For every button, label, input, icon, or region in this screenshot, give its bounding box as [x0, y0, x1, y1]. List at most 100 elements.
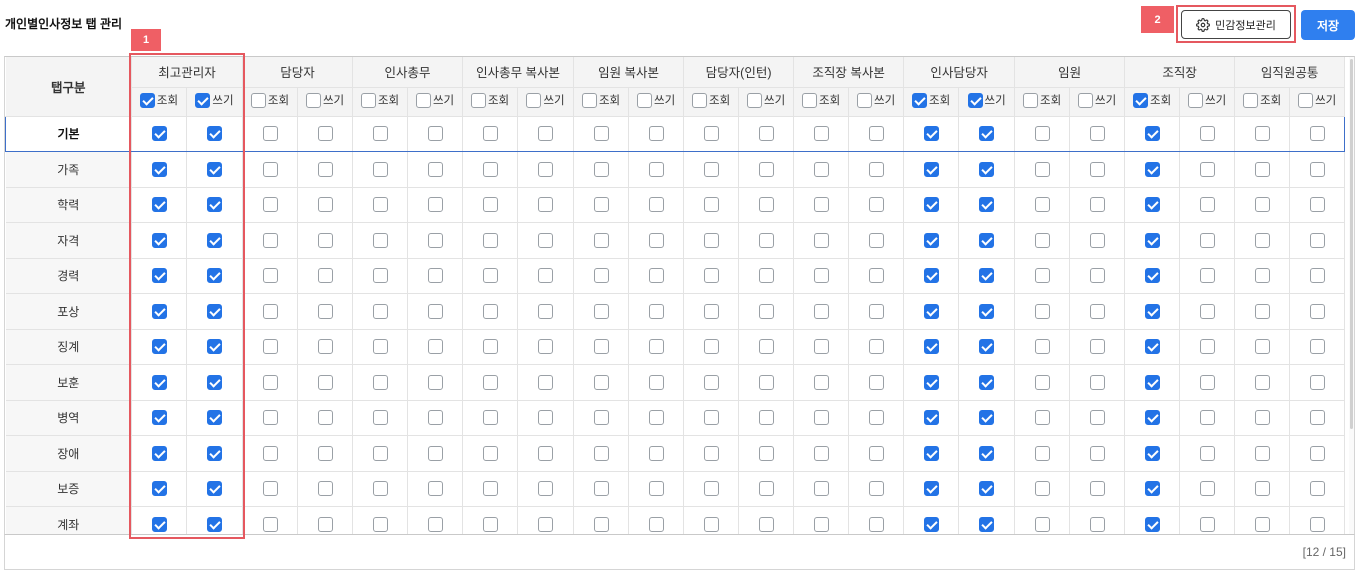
write-permission-checkbox[interactable] [1089, 232, 1105, 248]
write-permission-checkbox[interactable] [207, 303, 222, 319]
read-permission-checkbox[interactable] [593, 197, 609, 213]
write-permission-checkbox[interactable] [758, 268, 774, 284]
read-permission-checkbox[interactable] [1254, 481, 1270, 497]
read-permission-checkbox[interactable] [372, 268, 388, 284]
write-permission-checkbox[interactable] [758, 161, 774, 177]
read-permission-checkbox[interactable] [703, 197, 719, 213]
read-permission-checkbox[interactable] [482, 126, 498, 142]
write-permission-checkbox[interactable] [1199, 374, 1215, 390]
write-permission-checkbox[interactable] [1309, 481, 1325, 497]
write-permission-checkbox[interactable] [979, 126, 995, 142]
read-permission-checkbox[interactable] [923, 481, 939, 497]
read-permission-checkbox[interactable] [813, 232, 829, 248]
select-all-read-checkbox[interactable] [139, 92, 155, 108]
write-permission-checkbox[interactable] [979, 232, 995, 248]
read-permission-checkbox[interactable] [1144, 410, 1160, 426]
write-permission-checkbox[interactable] [317, 303, 333, 319]
write-permission-checkbox[interactable] [207, 481, 222, 497]
write-permission-checkbox[interactable] [1309, 161, 1325, 177]
write-permission-checkbox[interactable] [758, 303, 774, 319]
write-permission-checkbox[interactable] [427, 197, 443, 213]
write-permission-checkbox[interactable] [1309, 339, 1325, 355]
write-permission-checkbox[interactable] [207, 232, 222, 248]
read-permission-checkbox[interactable] [1034, 268, 1050, 284]
write-permission-checkbox[interactable] [979, 374, 995, 390]
select-all-write-checkbox[interactable] [305, 92, 321, 108]
write-permission-checkbox[interactable] [979, 303, 995, 319]
write-permission-checkbox[interactable] [1309, 268, 1325, 284]
read-permission-checkbox[interactable] [372, 126, 388, 142]
write-permission-checkbox[interactable] [979, 410, 995, 426]
table-row[interactable]: 징계 [5, 329, 1346, 365]
write-permission-checkbox[interactable] [868, 161, 884, 177]
select-all-write-checkbox[interactable] [1078, 92, 1094, 108]
read-permission-checkbox[interactable] [1254, 268, 1270, 284]
read-permission-checkbox[interactable] [593, 232, 609, 248]
select-all-read-checkbox[interactable] [581, 92, 597, 108]
read-permission-checkbox[interactable] [372, 410, 388, 426]
read-permission-checkbox[interactable] [372, 374, 388, 390]
read-permission-checkbox[interactable] [1254, 516, 1270, 532]
write-permission-checkbox[interactable] [317, 232, 333, 248]
read-permission-checkbox[interactable] [1144, 268, 1160, 284]
read-permission-checkbox[interactable] [1034, 197, 1050, 213]
write-permission-checkbox[interactable] [1309, 516, 1325, 532]
read-permission-checkbox[interactable] [813, 481, 829, 497]
write-permission-checkbox[interactable] [1089, 339, 1105, 355]
write-permission-checkbox[interactable] [317, 374, 333, 390]
read-permission-checkbox[interactable] [703, 303, 719, 319]
read-permission-checkbox[interactable] [593, 126, 609, 142]
write-permission-checkbox[interactable] [1089, 303, 1105, 319]
write-permission-checkbox[interactable] [317, 268, 333, 284]
write-permission-checkbox[interactable] [758, 410, 774, 426]
write-permission-checkbox[interactable] [427, 516, 443, 532]
write-permission-checkbox[interactable] [1089, 481, 1105, 497]
read-permission-checkbox[interactable] [151, 197, 167, 213]
table-row[interactable]: 계좌 [5, 506, 1346, 534]
read-permission-checkbox[interactable] [813, 161, 829, 177]
write-permission-checkbox[interactable] [317, 339, 333, 355]
read-permission-checkbox[interactable] [703, 516, 719, 532]
write-permission-checkbox[interactable] [758, 197, 774, 213]
read-permission-checkbox[interactable] [151, 339, 167, 355]
table-row[interactable]: 기본 [5, 115, 1346, 152]
read-permission-checkbox[interactable] [593, 374, 609, 390]
read-permission-checkbox[interactable] [1144, 232, 1160, 248]
write-permission-checkbox[interactable] [1089, 410, 1105, 426]
read-permission-checkbox[interactable] [593, 268, 609, 284]
read-permission-checkbox[interactable] [923, 197, 939, 213]
write-permission-checkbox[interactable] [1199, 516, 1215, 532]
table-row[interactable]: 병역 [5, 400, 1346, 436]
write-permission-checkbox[interactable] [538, 374, 554, 390]
write-permission-checkbox[interactable] [648, 161, 664, 177]
read-permission-checkbox[interactable] [593, 481, 609, 497]
write-permission-checkbox[interactable] [427, 445, 443, 461]
write-permission-checkbox[interactable] [979, 161, 995, 177]
read-permission-checkbox[interactable] [1034, 445, 1050, 461]
write-permission-checkbox[interactable] [979, 339, 995, 355]
table-row[interactable]: 포상 [5, 293, 1346, 330]
select-all-read-checkbox[interactable] [1133, 92, 1149, 108]
read-permission-checkbox[interactable] [1034, 410, 1050, 426]
read-permission-checkbox[interactable] [372, 516, 388, 532]
read-permission-checkbox[interactable] [593, 410, 609, 426]
read-permission-checkbox[interactable] [1254, 161, 1270, 177]
write-permission-checkbox[interactable] [1309, 197, 1325, 213]
read-permission-checkbox[interactable] [703, 481, 719, 497]
write-permission-checkbox[interactable] [538, 410, 554, 426]
read-permission-checkbox[interactable] [813, 126, 829, 142]
read-permission-checkbox[interactable] [372, 197, 388, 213]
read-permission-checkbox[interactable] [151, 374, 167, 390]
write-permission-checkbox[interactable] [1199, 126, 1215, 142]
table-row[interactable]: 보훈 [5, 364, 1346, 401]
table-row[interactable]: 장애 [5, 435, 1346, 472]
write-permission-checkbox[interactable] [427, 268, 443, 284]
table-row[interactable]: 경력 [5, 258, 1346, 294]
read-permission-checkbox[interactable] [372, 445, 388, 461]
write-permission-checkbox[interactable] [538, 197, 554, 213]
write-permission-checkbox[interactable] [538, 126, 554, 142]
read-permission-checkbox[interactable] [262, 339, 278, 355]
read-permission-checkbox[interactable] [262, 410, 278, 426]
write-permission-checkbox[interactable] [758, 445, 774, 461]
read-permission-checkbox[interactable] [1034, 303, 1050, 319]
